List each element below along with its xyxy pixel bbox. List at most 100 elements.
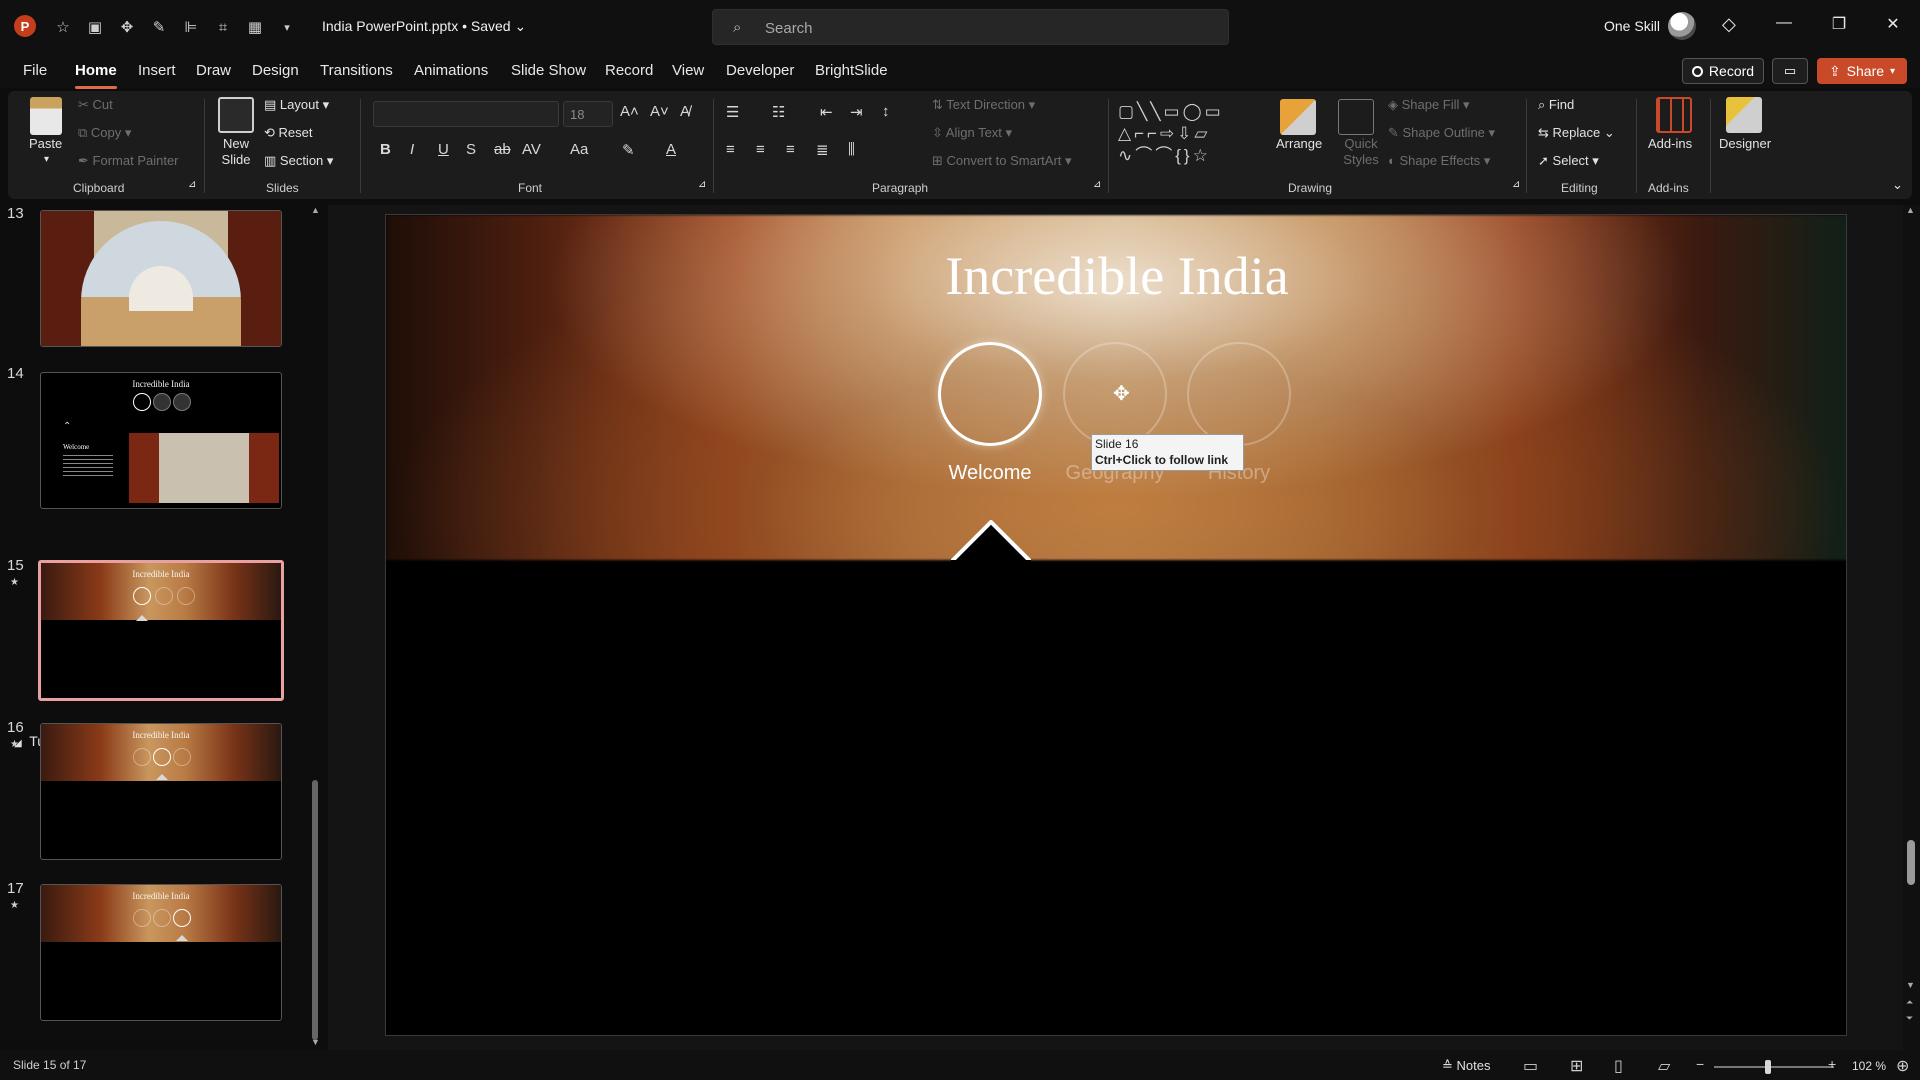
align-left-icon[interactable]: ≡ [726, 141, 735, 158]
scroll-up-arrow-icon[interactable]: ▲ [311, 205, 320, 215]
slide-thumbnail-15[interactable]: Incredible India [38, 560, 284, 701]
scroll-down-arrow-icon[interactable]: ▼ [311, 1037, 320, 1047]
tab-draw[interactable]: Draw [196, 62, 231, 79]
increase-font-icon[interactable]: A˄ [620, 103, 639, 120]
nav-circle-welcome[interactable] [938, 342, 1042, 446]
scrollbar-thumb[interactable] [312, 780, 318, 1040]
bold-icon[interactable]: B [380, 141, 391, 158]
shadow-icon[interactable]: S [466, 141, 476, 158]
section-button[interactable]: ▥ Section ▾ [264, 153, 333, 169]
strikethrough-icon[interactable]: ab [494, 141, 511, 158]
zoom-slider[interactable] [1714, 1066, 1834, 1068]
reset-button[interactable]: ⟲ Reset [264, 125, 313, 141]
decrease-font-icon[interactable]: A˅ [650, 103, 669, 120]
close-icon[interactable]: ✕ [1878, 14, 1908, 34]
user-name[interactable]: One Skill [1604, 18, 1660, 34]
shape-fill-button[interactable]: ◈ Shape Fill ▾ [1388, 97, 1470, 113]
tab-transitions[interactable]: Transitions [320, 62, 393, 79]
font-launcher-icon[interactable]: ⊿ [698, 179, 706, 190]
tab-brightslide[interactable]: BrightSlide [815, 62, 888, 79]
paste-icon[interactable] [30, 97, 62, 135]
arrange-icon[interactable] [1280, 99, 1316, 135]
clear-formatting-icon[interactable]: A̸ [680, 103, 690, 120]
line-spacing-icon[interactable]: ↕ [882, 103, 890, 120]
minimize-icon[interactable]: — [1769, 14, 1799, 32]
current-slide[interactable]: Incredible India Welcome Geography Histo… [385, 214, 1847, 1036]
font-size-select[interactable]: 18 [563, 101, 613, 127]
columns-icon[interactable]: ⫼ [848, 141, 855, 158]
tab-animations[interactable]: Animations [414, 62, 488, 79]
tab-record[interactable]: Record [605, 62, 653, 79]
paste-button[interactable]: Paste [29, 136, 62, 151]
previous-slide-icon[interactable]: ⏶ [1906, 997, 1913, 1008]
align-icon[interactable]: ⊫ [180, 16, 202, 38]
document-title[interactable]: India PowerPoint.pptx • Saved ⌄ [322, 18, 526, 35]
restore-icon[interactable]: ❐ [1824, 14, 1854, 34]
add-ins-button[interactable]: Add-ins [1648, 136, 1692, 151]
nav-circle-history[interactable] [1187, 342, 1291, 446]
canvas-scrollbar[interactable]: ▲ ▼ ⏶ ⏷ [1903, 205, 1920, 1050]
character-spacing-icon[interactable]: AV [522, 141, 541, 158]
select-button[interactable]: ➚ Select ▾ [1538, 153, 1599, 169]
designer-icon[interactable] [1726, 97, 1762, 133]
arrange-button[interactable]: Arrange [1276, 136, 1322, 151]
designer-button[interactable]: Designer [1719, 136, 1771, 151]
shape-effects-button[interactable]: ◐ Shape Effects ▾ [1388, 153, 1490, 169]
italic-icon[interactable]: I [410, 141, 414, 158]
numbering-icon[interactable]: ☷ [772, 103, 785, 121]
align-center-icon[interactable]: ≡ [756, 141, 765, 158]
quick-styles-button[interactable]: Quick Styles [1341, 136, 1381, 168]
paragraph-launcher-icon[interactable]: ⊿ [1093, 179, 1101, 190]
avatar[interactable] [1668, 12, 1696, 40]
bullets-icon[interactable]: ☰ [726, 103, 739, 121]
slide-thumbnail-14[interactable]: Incredible India ⌃ Welcome [40, 372, 282, 509]
slide-sorter-icon[interactable]: ⊞ [1570, 1056, 1583, 1076]
tab-home[interactable]: Home [75, 62, 117, 79]
diamond-premium-icon[interactable]: ◇ [1722, 14, 1736, 35]
record-button[interactable]: Record [1682, 58, 1764, 84]
justify-icon[interactable]: ≣ [816, 141, 829, 159]
insert-picture-icon[interactable]: ▣ [84, 16, 106, 38]
tab-view[interactable]: View [672, 62, 704, 79]
cut-button[interactable]: ✂ Cut [78, 97, 113, 113]
font-family-select[interactable] [373, 101, 559, 127]
reading-view-icon[interactable]: ▯ [1614, 1056, 1623, 1076]
autosave-icon[interactable]: ☆ [52, 16, 74, 38]
text-direction-button[interactable]: ⇅ Text Direction ▾ [932, 97, 1035, 113]
next-slide-icon[interactable]: ⏷ [1906, 1013, 1913, 1024]
tab-insert[interactable]: Insert [138, 62, 176, 79]
slide-title[interactable]: Incredible India [386, 245, 1846, 307]
shapes-gallery[interactable]: ▢╲╲▭◯▭ △⌐⌐⇨⇩▱ ∿⌒⌒{}☆ [1118, 101, 1268, 171]
notes-button[interactable]: ≙ Notes [1442, 1058, 1491, 1074]
scroll-up-arrow-icon[interactable]: ▲ [1906, 205, 1915, 215]
tab-slide-show[interactable]: Slide Show [511, 62, 586, 79]
clipboard-launcher-icon[interactable]: ⊿ [188, 179, 196, 190]
drawing-launcher-icon[interactable]: ⊿ [1512, 179, 1520, 190]
align-right-icon[interactable]: ≡ [786, 141, 795, 158]
tab-file[interactable]: File [23, 62, 47, 79]
scroll-down-arrow-icon[interactable]: ▼ [1906, 980, 1915, 990]
slideshow-icon[interactable]: ▱ [1658, 1056, 1670, 1076]
convert-smartart-button[interactable]: ⊞ Convert to SmartArt ▾ [932, 153, 1072, 169]
shape-outline-button[interactable]: ✎ Shape Outline ▾ [1388, 125, 1495, 141]
collapse-ribbon-chevron-icon[interactable]: ⌄ [1892, 177, 1903, 193]
thumbnail-scrollbar[interactable]: ▲ ▼ [311, 205, 320, 1050]
replace-button[interactable]: ⇆ Replace ⌄ [1538, 125, 1615, 141]
scrollbar-thumb[interactable] [1907, 840, 1915, 885]
crop-icon[interactable]: ⌗ [212, 16, 234, 38]
highlight-icon[interactable]: ✎ [622, 141, 635, 159]
tab-design[interactable]: Design [252, 62, 299, 79]
customize-toolbar-chevron-icon[interactable]: ▾ [276, 16, 298, 38]
layout-button[interactable]: ▤ Layout ▾ [264, 97, 329, 113]
design-ideas-icon[interactable]: ✥ [116, 16, 138, 38]
slide-thumbnail-13[interactable] [40, 210, 282, 347]
slide-thumbnail-17[interactable]: Incredible India [40, 884, 282, 1021]
paste-chevron-icon[interactable]: ▾ [44, 154, 49, 165]
comments-button[interactable]: ▭ [1772, 58, 1808, 84]
normal-view-icon[interactable]: ▭ [1523, 1056, 1538, 1076]
font-color-icon[interactable]: A [666, 141, 676, 158]
tab-developer[interactable]: Developer [726, 62, 794, 79]
zoom-in-icon[interactable]: + [1828, 1056, 1836, 1072]
quick-styles-icon[interactable] [1338, 99, 1374, 135]
align-text-button[interactable]: ⇳ Align Text ▾ [932, 125, 1012, 141]
